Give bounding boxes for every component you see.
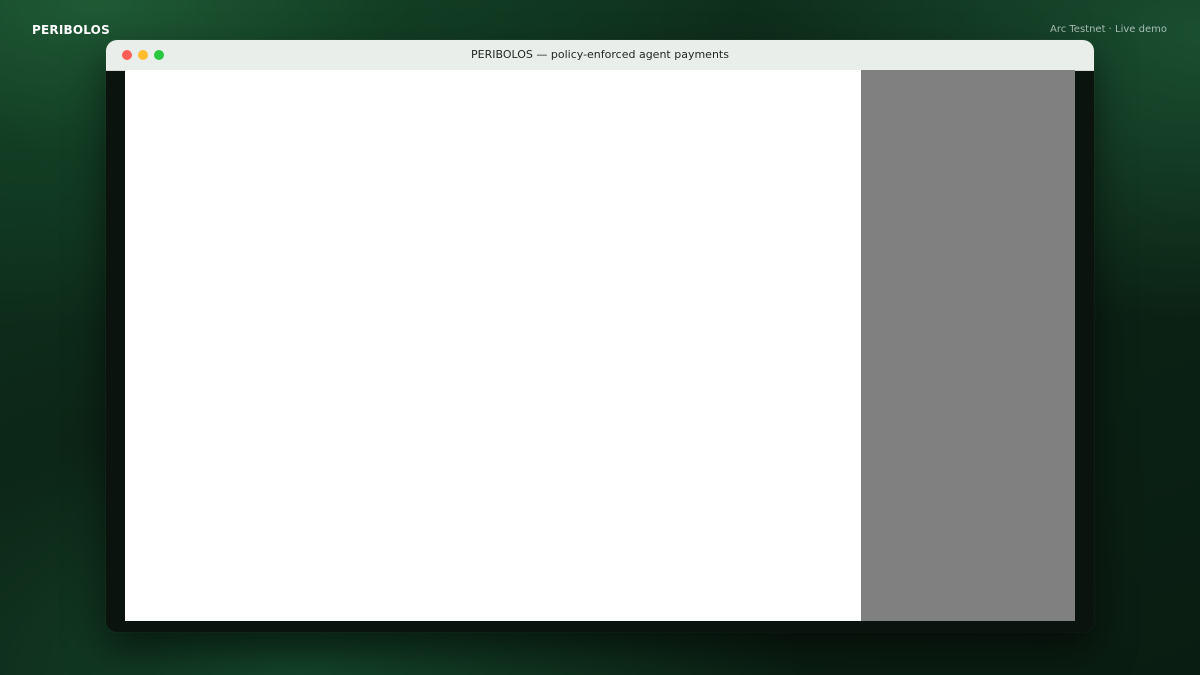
main-content-pane[interactable]	[125, 70, 861, 621]
app-window: PERIBOLOS — policy-enforced agent paymen…	[106, 40, 1094, 632]
brand-logo-text: PERIBOLOS	[32, 23, 110, 37]
network-status-label: Arc Testnet · Live demo	[1049, 24, 1167, 35]
app-viewport	[125, 70, 1075, 621]
side-panel[interactable]	[861, 70, 1075, 621]
window-titlebar[interactable]: PERIBOLOS — policy-enforced agent paymen…	[106, 40, 1094, 71]
window-title: PERIBOLOS — policy-enforced agent paymen…	[471, 48, 729, 61]
